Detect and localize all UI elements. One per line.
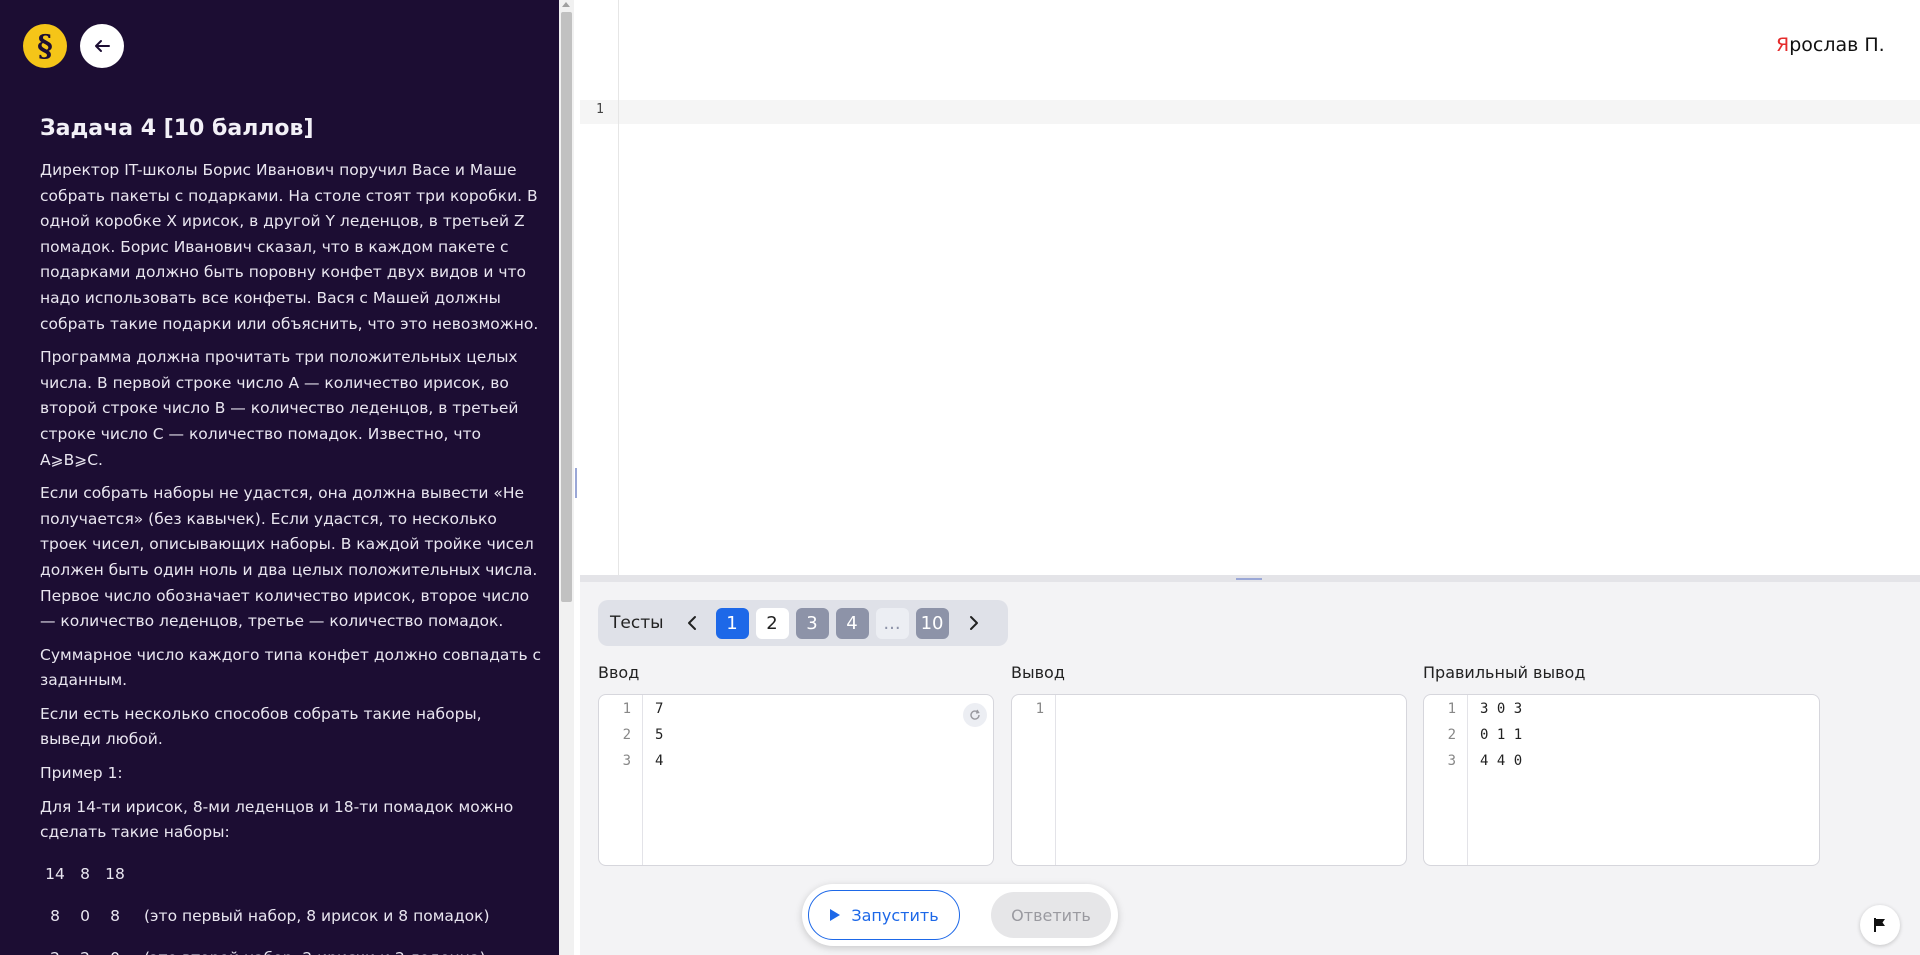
example-cell: 2 (40, 946, 70, 955)
input-line-number: 2 (622, 727, 631, 743)
input-gutter (599, 695, 643, 865)
user-name[interactable]: Ярослав П. (1776, 34, 1885, 56)
example-cell: 18 (105, 865, 125, 884)
example-row: 14 8 18 (40, 854, 542, 896)
user-name-first-letter: Я (1776, 34, 1790, 56)
tests-label: Тесты (610, 613, 664, 633)
input-line-number: 3 (622, 753, 631, 769)
example-cell: 0 (100, 946, 130, 955)
task-panel: § Задача 4 [10 баллов] Директор IT-школы… (0, 0, 559, 955)
input-line[interactable]: 5 (655, 727, 663, 743)
tests-nav: Тесты 1 2 3 4 ... 10 (598, 600, 1008, 646)
task-paragraph: Программа должна прочитать три положител… (40, 348, 519, 469)
expected-line-number: 1 (1447, 701, 1456, 717)
report-button[interactable] (1860, 905, 1900, 945)
example-cell: 8 (80, 865, 90, 884)
logo[interactable]: § (23, 24, 67, 68)
test-tab-3[interactable]: 3 (795, 607, 829, 639)
example-note: (это второй набор, 2 ириски и 2 леденца) (144, 946, 486, 955)
chevron-right-icon (969, 616, 978, 630)
task-scrollbar-thumb[interactable] (561, 12, 572, 602)
example-row: 8 0 8 (это первый набор, 8 ирисок и 8 по… (40, 896, 542, 938)
input-line-number: 1 (622, 701, 631, 717)
task-title: Задача 4 [10 баллов] (40, 116, 314, 141)
example-cell: 8 (50, 907, 60, 926)
task-paragraph: Если есть несколько способов собрать так… (40, 704, 482, 749)
expected-line: 0 1 1 (1480, 727, 1523, 743)
input-label: Ввод (598, 663, 640, 682)
task-paragraph: Директор IT-школы Борис Иванович поручил… (40, 161, 539, 333)
example-label: Пример 1: (40, 764, 123, 783)
task-paragraph: Если собрать наборы не удастся, она долж… (40, 484, 538, 631)
back-button[interactable] (80, 24, 124, 68)
refresh-icon (970, 709, 980, 720)
output-gutter (1012, 695, 1056, 865)
example-text: Для 14-ти ирисок, 8-ми леденцов и 18-ти … (40, 797, 514, 842)
example-cell: 14 (45, 865, 65, 884)
example-cell: 2 (70, 946, 100, 955)
test-tab-more[interactable]: ... (875, 607, 909, 639)
test-tab-2[interactable]: 2 (755, 607, 789, 639)
editor-gutter (618, 0, 619, 575)
example-table: 14 8 18 8 0 8 (это первый набор, 8 ирисо… (40, 854, 542, 955)
answer-button[interactable]: Ответить (991, 892, 1111, 938)
output-line-number: 1 (1035, 701, 1044, 717)
example-cell: 0 (80, 907, 90, 926)
expected-output-view: 1 3 0 3 2 0 1 1 3 4 4 0 (1423, 694, 1820, 866)
reset-icon[interactable] (963, 703, 987, 727)
scroll-up-arrow[interactable] (562, 2, 570, 7)
input-line[interactable]: 4 (655, 753, 663, 769)
user-name-rest: рослав П. (1789, 34, 1885, 56)
expected-gutter (1424, 695, 1468, 865)
expected-line-number: 3 (1447, 753, 1456, 769)
input-editor[interactable]: 1 7 2 5 3 4 (598, 694, 994, 866)
test-tab-4[interactable]: 4 (835, 607, 869, 639)
example-row: 2 2 0 (это второй набор, 2 ириски и 2 ле… (40, 938, 542, 955)
example-cell: 8 (110, 907, 120, 926)
expected-line-number: 2 (1447, 727, 1456, 743)
play-icon (830, 909, 841, 921)
expected-output-label: Правильный вывод (1423, 663, 1586, 682)
code-editor[interactable] (580, 0, 1920, 575)
chevron-left-icon (687, 616, 696, 630)
answer-button-label: Ответить (1011, 905, 1091, 925)
editor-line-number: 1 (596, 102, 604, 117)
expected-line: 4 4 0 (1480, 753, 1523, 769)
run-button-label: Запустить (851, 905, 939, 925)
next-test-button[interactable] (962, 608, 986, 638)
task-paragraph: Суммарное число каждого типа конфет долж… (40, 645, 542, 690)
expected-line: 3 0 3 (1480, 701, 1523, 717)
flag-icon (1874, 918, 1885, 932)
panel-resize-handle[interactable] (575, 468, 577, 498)
splitter-grip[interactable] (1236, 578, 1262, 580)
output-label: Вывод (1011, 663, 1065, 682)
prev-test-button[interactable] (680, 608, 704, 638)
example-note: (это первый набор, 8 ирисок и 8 помадок) (144, 907, 490, 926)
editor-active-line[interactable] (580, 100, 1920, 124)
test-tab-10[interactable]: 10 (915, 607, 949, 639)
run-button[interactable]: Запустить (808, 890, 960, 940)
task-statement: Директор IT-школы Борис Иванович поручил… (40, 158, 542, 955)
output-view: 1 (1011, 694, 1407, 866)
arrow-left-icon (95, 40, 110, 52)
test-tab-1[interactable]: 1 (715, 607, 749, 639)
action-bar: Запустить Ответить (802, 884, 1118, 946)
input-line[interactable]: 7 (655, 701, 663, 717)
